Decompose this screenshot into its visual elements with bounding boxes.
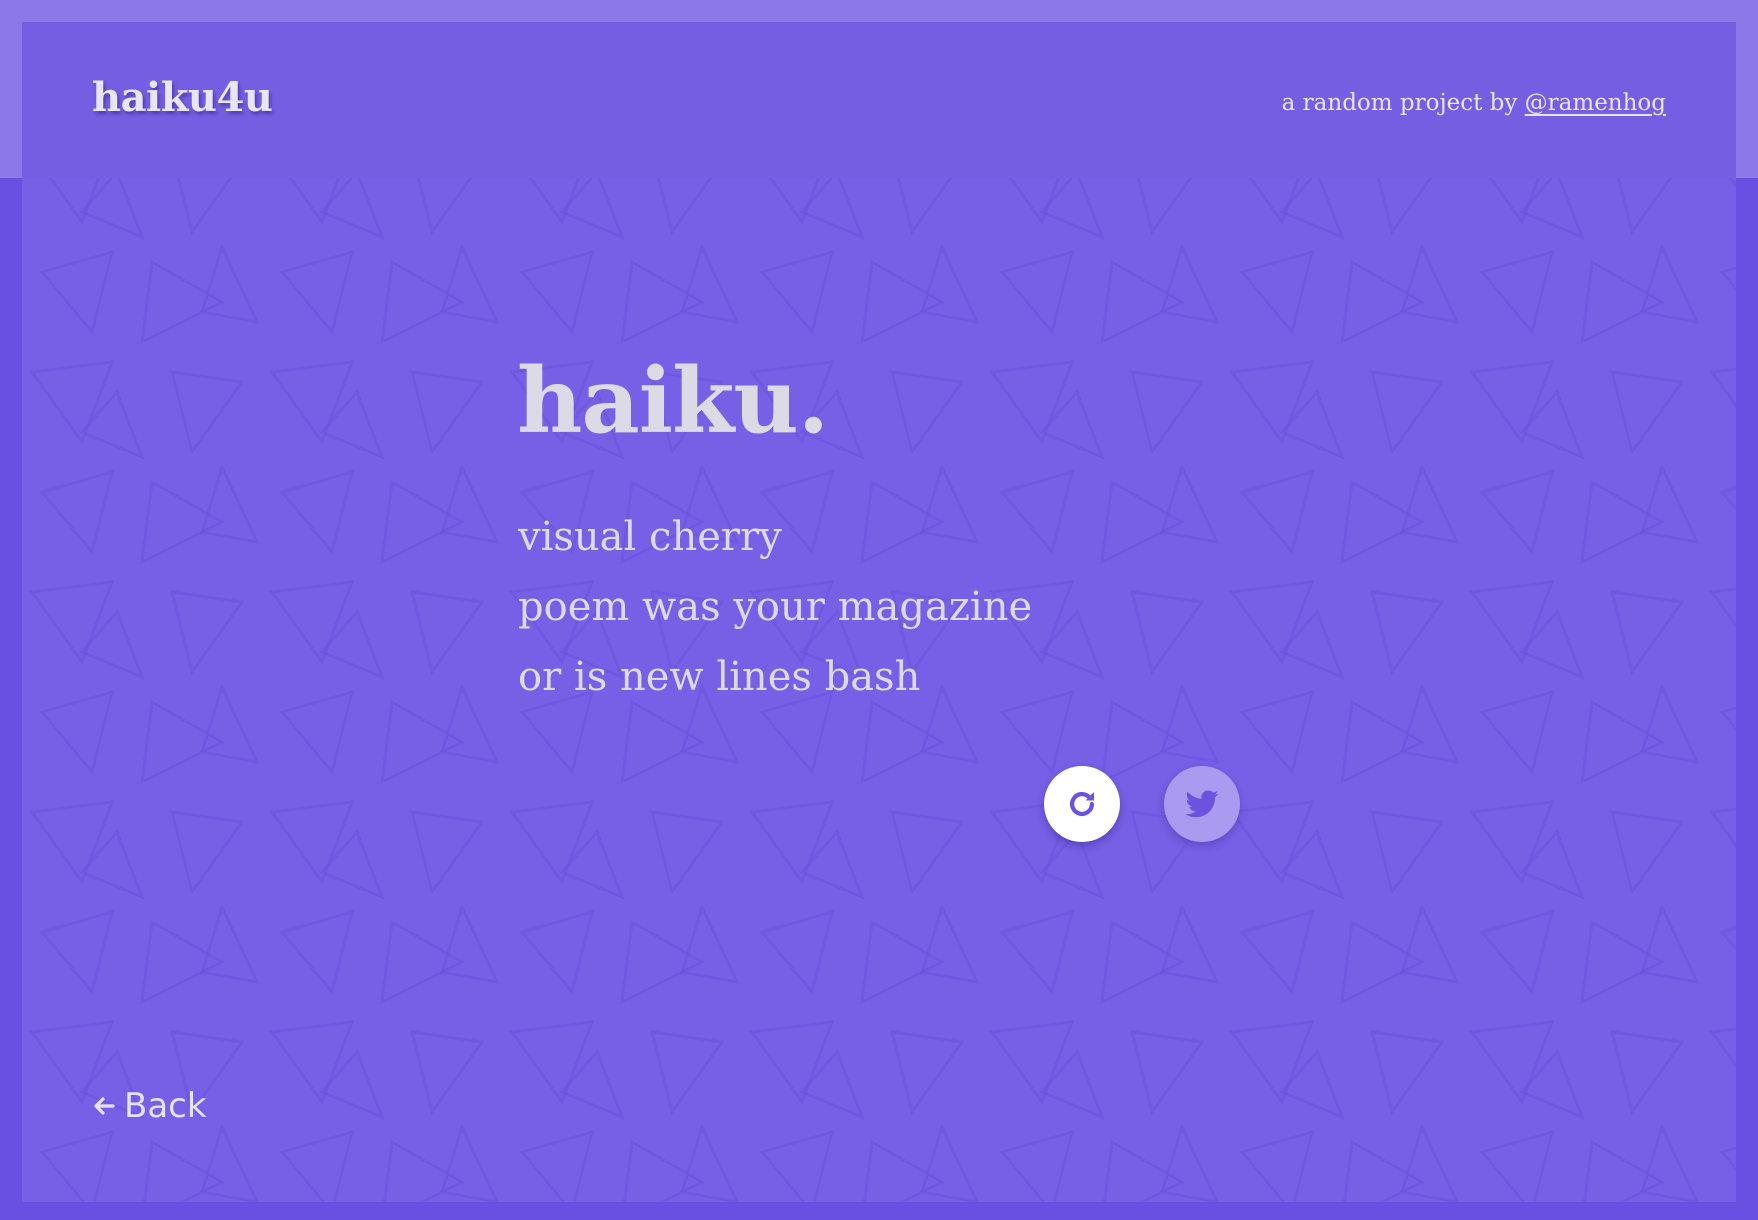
author-link[interactable]: @ramenhog [1525,90,1666,116]
site-logo[interactable]: haiku4u [92,74,273,121]
credit-text: a random project by @ramenhog [1282,90,1666,116]
credit-prefix: a random project by [1281,90,1518,116]
tweet-button[interactable] [1164,766,1240,842]
haiku-line: poem was your magazine [518,584,1033,630]
page-title: haiku. [517,348,829,454]
haiku-line: visual cherry [518,514,782,560]
header: haiku4u a random project by @ramenhog [22,22,1736,178]
twitter-icon [1185,790,1219,818]
refresh-button[interactable] [1044,766,1120,842]
arrow-left-icon [94,1097,115,1115]
back-link[interactable]: Back [92,1086,207,1126]
back-label: Back [124,1086,207,1126]
haiku-line: or is new lines bash [518,654,921,700]
refresh-icon [1069,791,1095,817]
haiku-lines: visual cherry poem was your magazine or … [518,502,1032,712]
